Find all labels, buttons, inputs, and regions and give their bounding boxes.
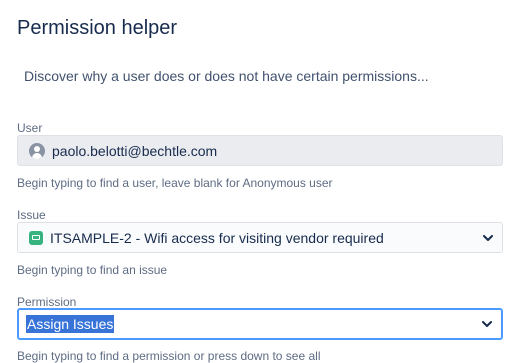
issue-select[interactable]: ITSAMPLE-2 - Wifi access for visiting ve…	[17, 222, 503, 253]
permission-value: Assign Issues	[26, 315, 115, 333]
issue-type-icon	[29, 230, 43, 245]
permission-select[interactable]: Assign Issues	[17, 308, 503, 340]
issue-label: Issue	[17, 208, 46, 222]
issue-help-text: Begin typing to find an issue	[17, 263, 168, 277]
user-field[interactable]: paolo.belotti@bechtle.com	[17, 135, 503, 166]
user-avatar-icon	[29, 142, 45, 159]
user-value: paolo.belotti@bechtle.com	[52, 142, 218, 159]
page-description: Discover why a user does or does not hav…	[24, 68, 429, 84]
chevron-down-icon[interactable]	[483, 233, 493, 243]
chevron-down-icon[interactable]	[482, 319, 492, 329]
issue-value: ITSAMPLE-2 - Wifi access for visiting ve…	[50, 229, 384, 246]
permission-label: Permission	[17, 295, 77, 309]
user-label: User	[17, 121, 43, 135]
page-title: Permission helper	[17, 17, 178, 39]
user-help-text: Begin typing to find a user, leave blank…	[17, 176, 333, 190]
